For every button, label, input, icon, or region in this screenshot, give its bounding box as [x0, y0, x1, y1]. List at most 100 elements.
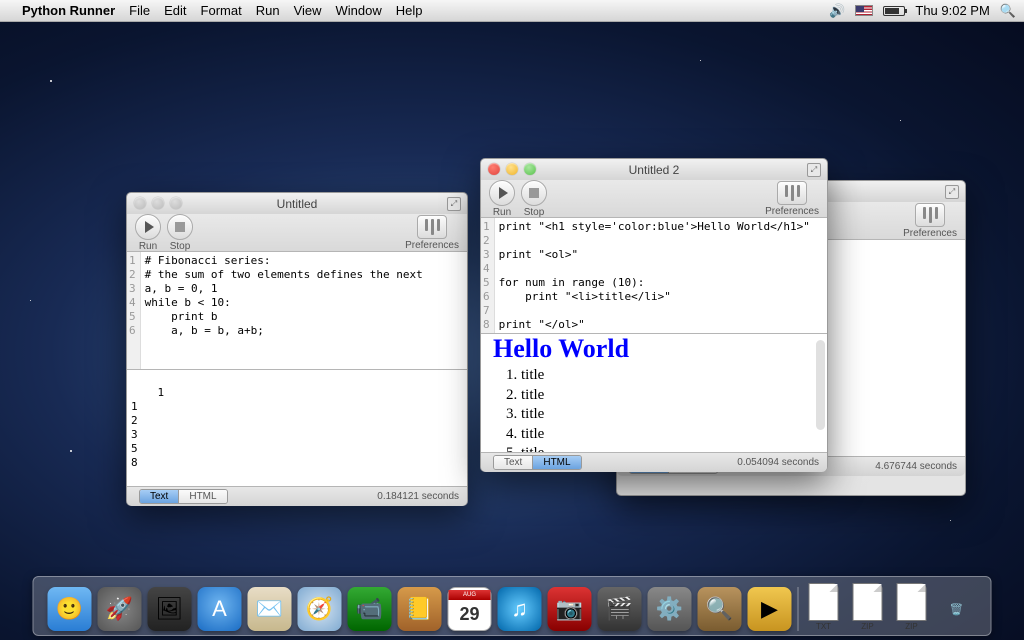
- preferences-label: Preferences: [765, 206, 819, 217]
- dock-imovie[interactable]: 🎬: [598, 587, 642, 631]
- dock-mail[interactable]: ✉️: [248, 587, 292, 631]
- dock-photobooth[interactable]: 📷: [548, 587, 592, 631]
- menu-edit[interactable]: Edit: [164, 3, 186, 18]
- preferences-button[interactable]: Preferences: [405, 215, 459, 251]
- dock-addressbook[interactable]: 📒: [398, 587, 442, 631]
- dock-finder[interactable]: 🙂: [48, 587, 92, 631]
- volume-icon[interactable]: 🔊: [829, 3, 845, 19]
- window-1[interactable]: Untitled ⤢ Run Stop Preferences 1 2 3 4 …: [126, 192, 468, 506]
- timing: 0.054094 seconds: [737, 457, 819, 468]
- fullscreen-button[interactable]: ⤢: [807, 163, 821, 177]
- run-label: Run: [139, 241, 157, 252]
- statusbar: Text HTML 0.184121 seconds: [127, 486, 467, 506]
- output-mode-segment[interactable]: Text HTML: [493, 455, 582, 470]
- dock-safari[interactable]: 🧭: [298, 587, 342, 631]
- dock-itunes[interactable]: ♫: [498, 587, 542, 631]
- output-list: titletitletitletitletitletitle: [521, 366, 815, 452]
- toolbar: Run Stop Preferences: [127, 214, 467, 252]
- code-editor[interactable]: 1 2 3 4 5 6 7 8 print "<h1 style='color:…: [481, 218, 827, 334]
- preferences-label: Preferences: [405, 240, 459, 251]
- dock-calendar[interactable]: AUG 29: [448, 587, 492, 631]
- fullscreen-button[interactable]: ⤢: [447, 197, 461, 211]
- close-button[interactable]: [134, 197, 146, 209]
- menubar: Python Runner File Edit Format Run View …: [0, 0, 1024, 22]
- clock[interactable]: Thu 9:02 PM: [915, 3, 989, 18]
- menu-view[interactable]: View: [294, 3, 322, 18]
- close-button[interactable]: [488, 163, 500, 175]
- window-title: Untitled: [277, 197, 318, 211]
- preferences-icon: [425, 219, 440, 235]
- calendar-month: AUG: [449, 590, 491, 600]
- minimize-button[interactable]: [152, 197, 164, 209]
- output-mode-segment[interactable]: Text HTML: [139, 489, 228, 504]
- preferences-button[interactable]: Preferences: [765, 181, 819, 217]
- stop-button[interactable]: Stop: [167, 214, 193, 252]
- fullscreen-button[interactable]: ⤢: [945, 185, 959, 199]
- run-button[interactable]: Run: [135, 214, 161, 252]
- toolbar: Run Stop Preferences: [481, 180, 827, 218]
- dock: 🙂 🚀 🖼 A ✉️ 🧭 📹 📒 AUG 29 ♫ 📷 🎬 ⚙️ 🔍 ▶ TXT…: [33, 576, 992, 636]
- menu-format[interactable]: Format: [201, 3, 242, 18]
- output-heading: Hello World: [493, 342, 815, 356]
- titlebar[interactable]: Untitled ⤢: [127, 193, 467, 214]
- stop-icon: [175, 222, 185, 232]
- spotlight-icon[interactable]: 🔍: [1000, 3, 1016, 19]
- dock-trash[interactable]: 🗑️: [937, 587, 977, 631]
- list-item: title: [521, 405, 815, 425]
- app-name[interactable]: Python Runner: [22, 3, 115, 18]
- stop-button[interactable]: Stop: [521, 180, 547, 218]
- mode-html[interactable]: HTML: [178, 490, 226, 503]
- mode-text[interactable]: Text: [140, 490, 178, 503]
- scrollbar[interactable]: [816, 340, 825, 430]
- stop-label: Stop: [524, 207, 545, 218]
- menu-window[interactable]: Window: [336, 3, 382, 18]
- window-2[interactable]: Untitled 2 ⤢ Run Stop Preferences 1 2 3 …: [480, 158, 828, 472]
- dock-file-txt[interactable]: TXT: [805, 583, 843, 631]
- run-button[interactable]: Run: [489, 180, 515, 218]
- code-text[interactable]: # Fibonacci series: # the sum of two ele…: [141, 252, 467, 369]
- line-gutter: 1 2 3 4 5 6 7 8: [481, 218, 495, 333]
- preferences-label: Preferences: [903, 228, 957, 239]
- zoom-button[interactable]: [524, 163, 536, 175]
- statusbar: Text HTML 0.054094 seconds: [481, 452, 827, 472]
- minimize-button[interactable]: [506, 163, 518, 175]
- titlebar[interactable]: Untitled 2 ⤢: [481, 159, 827, 180]
- stop-icon: [529, 188, 539, 198]
- mode-text[interactable]: Text: [494, 456, 532, 469]
- dock-mission-control[interactable]: 🖼: [148, 587, 192, 631]
- code-editor[interactable]: 1 2 3 4 5 6 # Fibonacci series: # the su…: [127, 252, 467, 370]
- timing: 4.676744 seconds: [875, 461, 957, 472]
- battery-icon[interactable]: [883, 6, 905, 16]
- dock-sysprefs[interactable]: ⚙️: [648, 587, 692, 631]
- line-gutter: 1 2 3 4 5 6: [127, 252, 141, 369]
- play-icon: [499, 187, 508, 199]
- menu-help[interactable]: Help: [396, 3, 423, 18]
- dock-facetime[interactable]: 📹: [348, 587, 392, 631]
- code-text[interactable]: print "<h1 style='color:blue'>Hello Worl…: [495, 218, 827, 333]
- list-item: title: [521, 425, 815, 445]
- output-pane: Hello World titletitletitletitletitletit…: [481, 334, 827, 452]
- window-title: Untitled 2: [629, 163, 680, 177]
- output-pane: 1 1 2 3 5 8: [127, 370, 467, 486]
- dock-appstore[interactable]: A: [198, 587, 242, 631]
- calendar-day: 29: [459, 600, 479, 628]
- timing: 0.184121 seconds: [377, 491, 459, 502]
- zoom-button[interactable]: [170, 197, 182, 209]
- list-item: title: [521, 366, 815, 386]
- dock-preview[interactable]: 🔍: [698, 587, 742, 631]
- dock-pythonrunner[interactable]: ▶: [748, 587, 792, 631]
- dock-separator: [798, 587, 799, 631]
- dock-file-zip-2[interactable]: ZIP: [893, 583, 931, 631]
- menu-run[interactable]: Run: [256, 3, 280, 18]
- play-icon: [145, 221, 154, 233]
- dock-launchpad[interactable]: 🚀: [98, 587, 142, 631]
- mode-html[interactable]: HTML: [532, 456, 580, 469]
- output-text: 1 1 2 3 5 8: [131, 386, 164, 469]
- menu-file[interactable]: File: [129, 3, 150, 18]
- run-label: Run: [493, 207, 511, 218]
- input-source-icon[interactable]: [855, 5, 873, 16]
- list-item: title: [521, 444, 815, 452]
- preferences-icon: [785, 185, 800, 201]
- preferences-button[interactable]: Preferences: [903, 203, 957, 239]
- dock-file-zip-1[interactable]: ZIP: [849, 583, 887, 631]
